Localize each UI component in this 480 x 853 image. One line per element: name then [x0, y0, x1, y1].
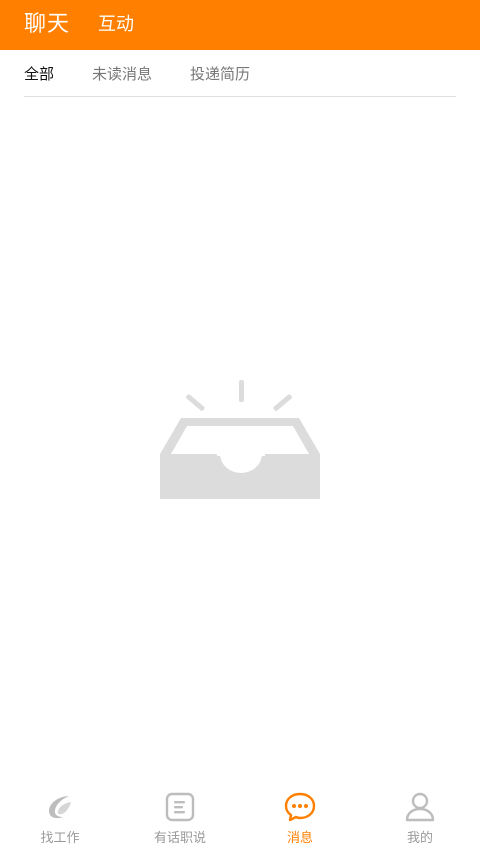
nav-label-messages: 消息: [286, 831, 313, 846]
nav-label-talk: 有话职说: [153, 831, 206, 846]
subtab-resume-delivered[interactable]: 投递简历: [190, 63, 250, 84]
app-root: 聊天 互动 全部 未读消息 投递简历 找工作 有话职说 消息 我的: [0, 0, 480, 853]
tab-chat[interactable]: 聊天: [24, 14, 70, 36]
top-header: 聊天 互动: [0, 0, 480, 50]
document-icon: [164, 791, 196, 823]
empty-inbox-icon: [160, 380, 320, 499]
empty-state: [159, 378, 321, 500]
nav-messages[interactable]: 消息: [240, 785, 360, 853]
nav-talk[interactable]: 有话职说: [120, 785, 240, 853]
nav-label-find-job: 找工作: [40, 831, 80, 846]
swoosh-logo-icon: [44, 791, 76, 823]
nav-find-job[interactable]: 找工作: [0, 785, 120, 853]
subtab-all[interactable]: 全部: [24, 63, 54, 84]
bottom-navigation: 找工作 有话职说 消息 我的: [0, 785, 480, 853]
message-filter-tabs: 全部 未读消息 投递简历: [24, 50, 456, 97]
nav-profile[interactable]: 我的: [360, 785, 480, 853]
user-icon: [404, 791, 436, 823]
subtab-unread[interactable]: 未读消息: [92, 63, 152, 84]
tab-interaction[interactable]: 互动: [98, 16, 134, 34]
nav-label-profile: 我的: [406, 831, 433, 846]
chat-bubble-icon: [284, 791, 316, 823]
